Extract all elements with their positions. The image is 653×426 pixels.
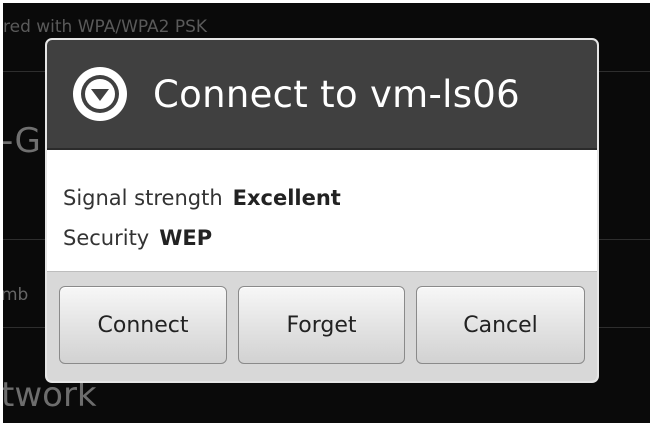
dialog-header: Connect to vm-ls06 [47, 40, 597, 150]
forget-button[interactable]: Forget [238, 286, 405, 364]
android-screen: red with WPA/WPA2 PSK -G mb twork Connec… [3, 3, 650, 423]
signal-strength-label: Signal strength [63, 186, 223, 210]
background-network-security-text: red with WPA/WPA2 PSK [3, 17, 208, 37]
cancel-button[interactable]: Cancel [416, 286, 585, 364]
dialog-title: Connect to vm-ls06 [153, 72, 520, 116]
dialog-button-bar: Connect Forget Cancel [47, 271, 597, 381]
security-row: Security WEP [63, 218, 597, 258]
connect-dialog: Connect to vm-ls06 Signal strength Excell… [45, 38, 599, 383]
security-label: Security [63, 226, 150, 250]
security-value: WEP [159, 226, 213, 250]
dialog-body: Signal strength Excellent Security WEP [47, 150, 597, 275]
background-title-fragment: -G [3, 121, 41, 161]
connect-button[interactable]: Connect [59, 286, 227, 364]
signal-strength-row: Signal strength Excellent [63, 178, 597, 218]
background-number-fragment: mb [3, 285, 29, 305]
wifi-dropdown-circle-icon [73, 67, 127, 121]
signal-strength-value: Excellent [232, 186, 341, 210]
